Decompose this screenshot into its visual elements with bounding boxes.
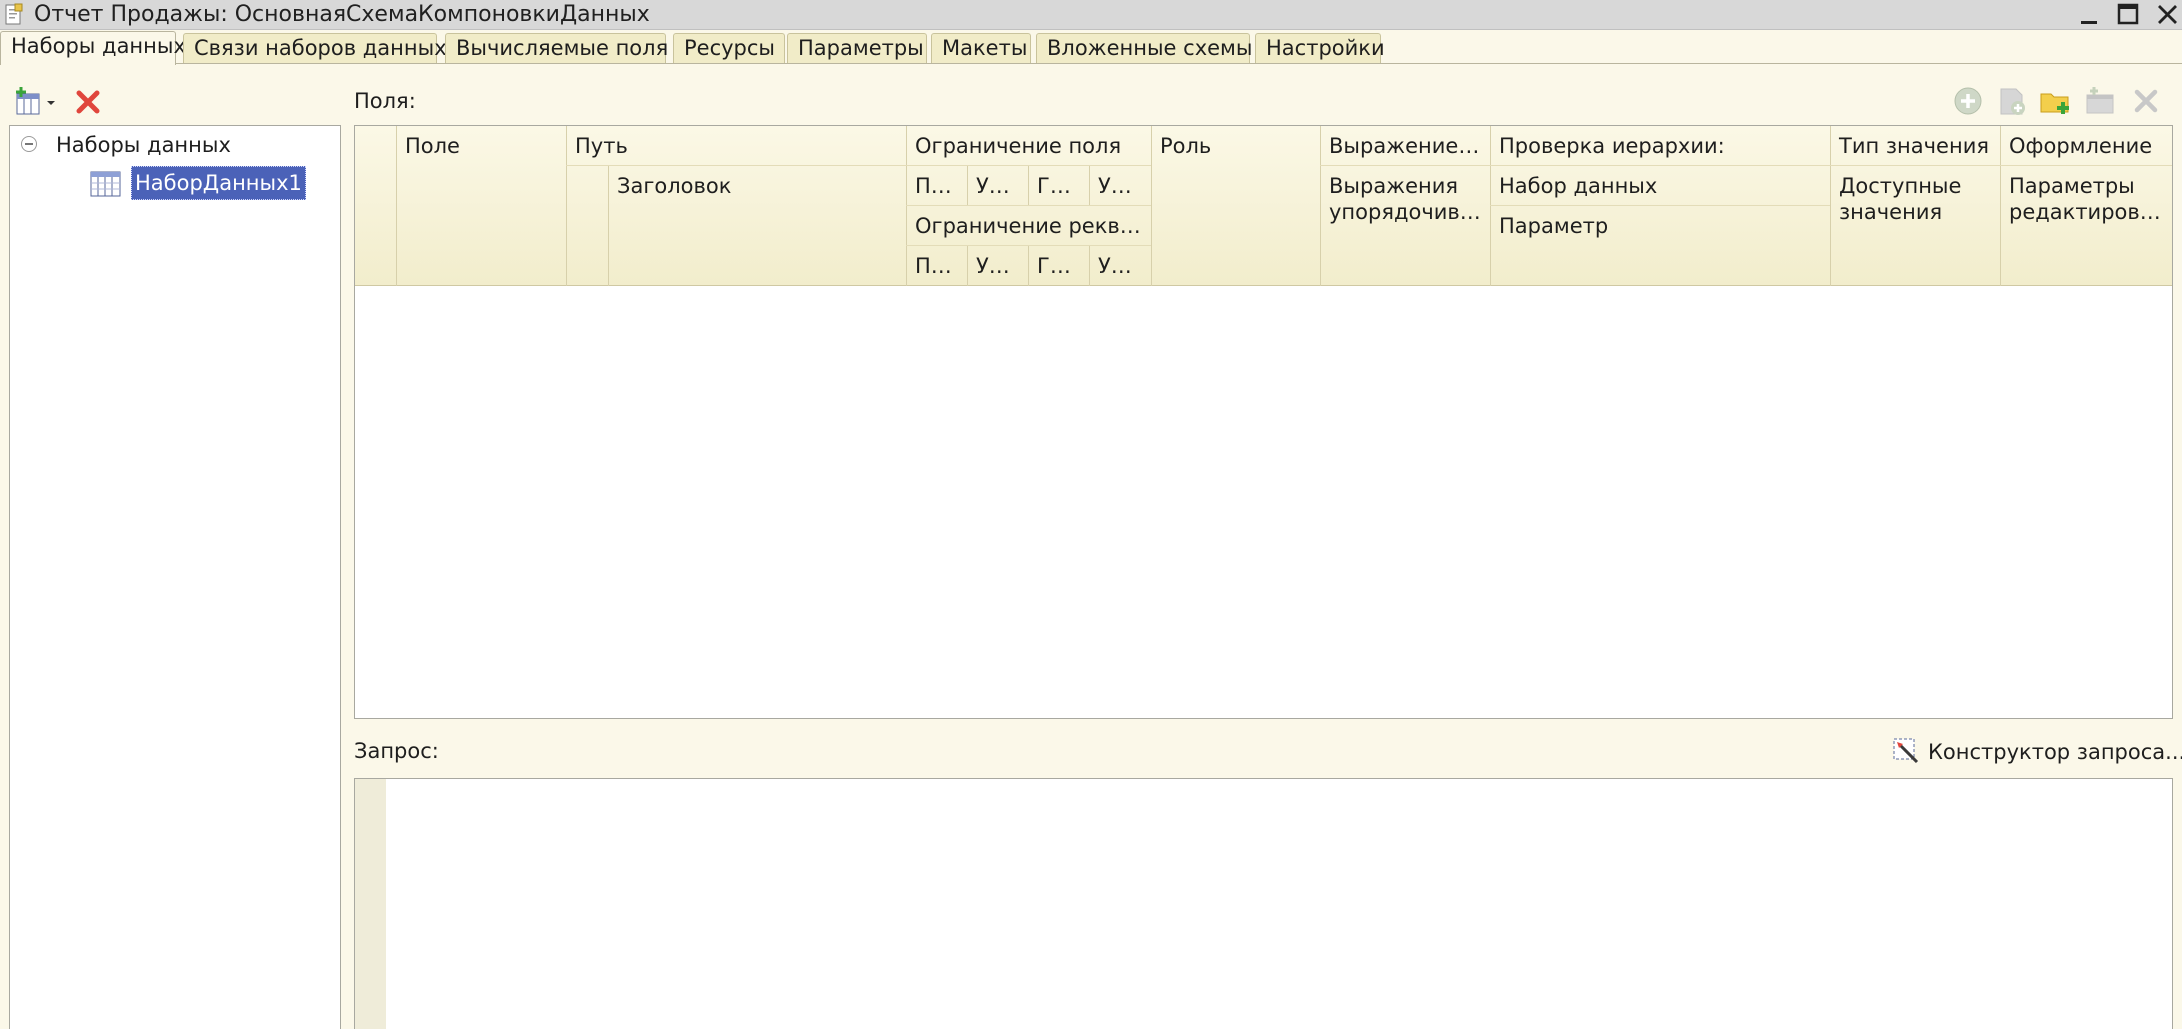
maximize-button[interactable] <box>2110 0 2146 30</box>
header-attribute-group[interactable]: Гр... <box>1028 246 1089 286</box>
tab-resources[interactable]: Ресурсы <box>673 33 785 63</box>
header-hierarchy-dataset[interactable]: Набор данных <box>1490 166 1830 206</box>
header-editing-params[interactable]: Параметры редактировани <box>2000 166 2172 232</box>
add-dataset-field-icon[interactable] <box>1994 84 2030 118</box>
tree-item-dataset1[interactable]: НаборДанных1 <box>131 166 306 200</box>
query-editor-gutter <box>355 779 386 1029</box>
header-title[interactable]: Заголовок <box>608 166 906 206</box>
header-field[interactable]: Поле <box>396 126 566 166</box>
header-restriction-condition[interactable]: Ус... <box>967 166 1028 206</box>
header-attribute-restriction[interactable]: Ограничение реквиз... <box>906 206 1151 246</box>
delete-icon[interactable] <box>74 88 102 116</box>
add-field-icon[interactable] <box>1950 84 1986 118</box>
header-attribute-order[interactable]: Уп... <box>1089 246 1151 286</box>
tree-root-label[interactable]: Наборы данных <box>56 130 231 160</box>
header-available-values[interactable]: Доступные значения <box>1830 166 2000 232</box>
tab-datasets[interactable]: Наборы данных <box>0 31 186 65</box>
header-expression[interactable]: Выражение п... <box>1320 126 1490 166</box>
header-restriction-order[interactable]: Уп... <box>1089 166 1151 206</box>
header-restriction-group[interactable]: Гр... <box>1028 166 1089 206</box>
document-icon <box>4 3 24 27</box>
table-icon <box>90 170 122 198</box>
header-appearance[interactable]: Оформление <box>2000 126 2172 166</box>
tab-calculated-fields[interactable]: Вычисляемые поля <box>445 33 668 63</box>
header-hierarchy-parameter[interactable]: Параметр <box>1490 206 1830 246</box>
close-window-button[interactable] <box>2150 0 2182 30</box>
datasets-tree[interactable] <box>9 125 341 1029</box>
tab-dataset-links[interactable]: Связи наборов данных <box>183 33 447 63</box>
tab-parameters[interactable]: Параметры <box>787 33 927 63</box>
header-role[interactable]: Роль <box>1151 126 1320 166</box>
tab-templates[interactable]: Макеты <box>931 33 1031 63</box>
window-title: Отчет Продажы: ОсновнаяСхемаКомпоновкиДа… <box>34 2 650 27</box>
add-dataset-icon[interactable] <box>12 86 62 118</box>
collapse-icon[interactable] <box>20 134 38 152</box>
header-attribute-condition[interactable]: Ус... <box>967 246 1028 286</box>
header-attribute-field[interactable]: По... <box>906 246 967 286</box>
query-builder-icon[interactable] <box>1891 736 1921 766</box>
header-hierarchy-check[interactable]: Проверка иерархии: <box>1490 126 1830 166</box>
query-label: Запрос: <box>354 739 439 763</box>
fields-label: Поля: <box>354 89 416 113</box>
header-restriction-field[interactable]: По... <box>906 166 967 206</box>
add-folder-icon[interactable] <box>2038 84 2074 118</box>
header-field-restriction[interactable]: Ограничение поля <box>906 126 1151 166</box>
header-order-expressions[interactable]: Выражения упорядочиван <box>1320 166 1490 232</box>
tab-nested-schemas[interactable]: Вложенные схемы <box>1036 33 1252 63</box>
minimize-button[interactable] <box>2072 0 2108 30</box>
query-text-editor[interactable] <box>354 778 2173 1029</box>
header-path[interactable]: Путь <box>566 126 906 166</box>
add-set-icon[interactable] <box>2082 84 2118 118</box>
delete-field-icon[interactable] <box>2128 84 2164 118</box>
tab-settings[interactable]: Настройки <box>1255 33 1385 63</box>
header-value-type[interactable]: Тип значения <box>1830 126 2000 166</box>
query-builder-button[interactable]: Конструктор запроса... <box>1928 737 2182 767</box>
